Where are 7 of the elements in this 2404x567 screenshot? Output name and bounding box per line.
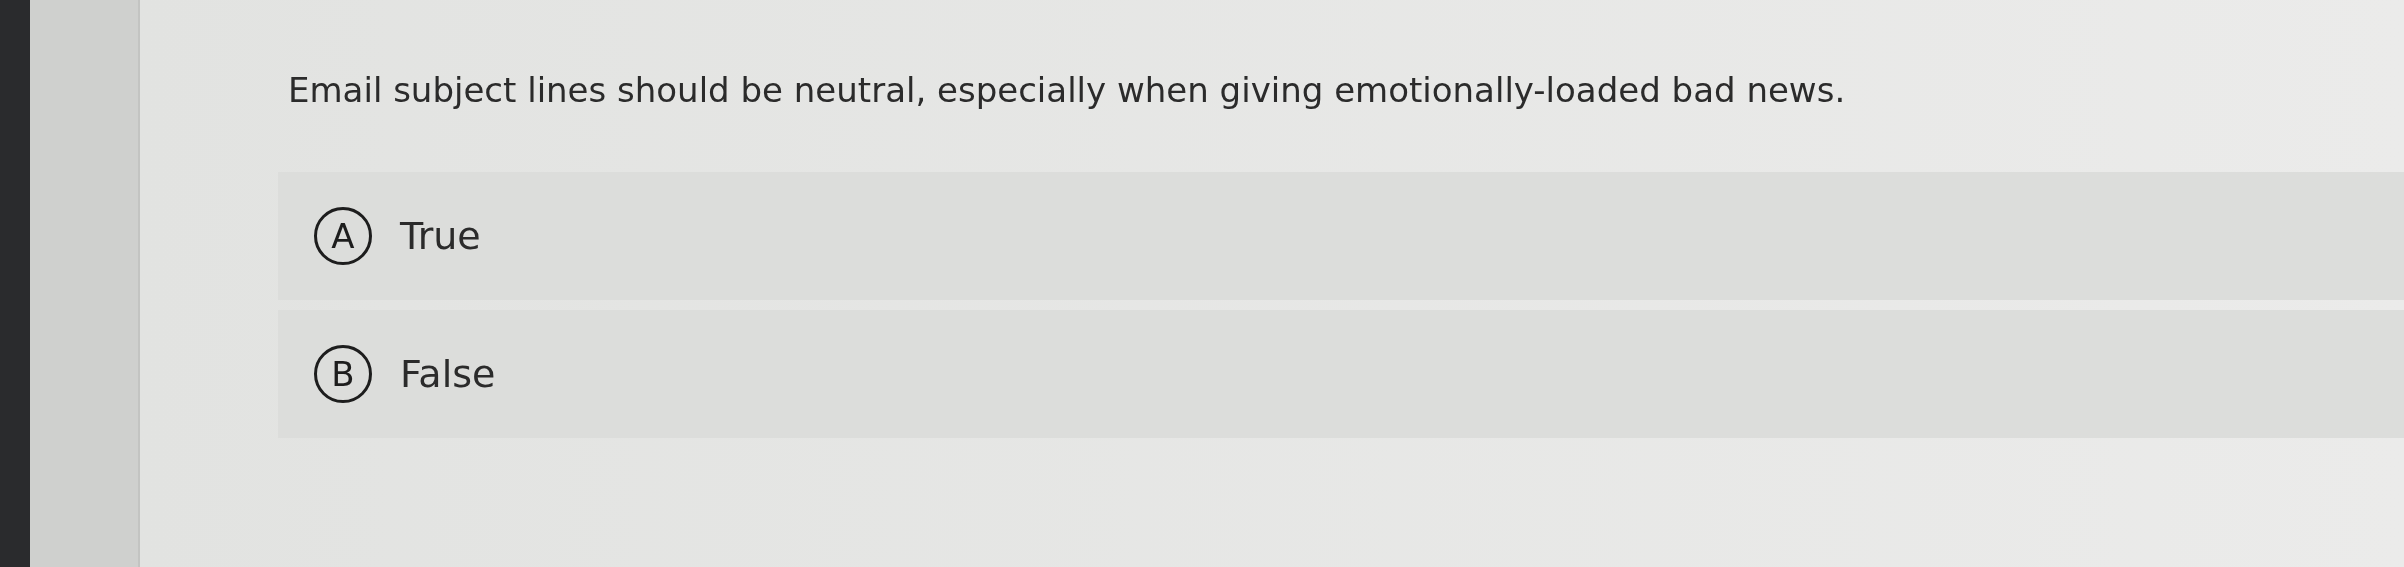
answer-option[interactable]: A True bbox=[278, 172, 2404, 300]
question-text: Email subject lines should be neutral, especially when giving emotionally-loaded bad news. bbox=[288, 70, 1847, 110]
option-letter: B bbox=[314, 345, 372, 403]
option-letter: A bbox=[314, 207, 372, 265]
option-label: True bbox=[400, 214, 481, 258]
option-label: False bbox=[400, 352, 496, 396]
answer-option[interactable]: B False bbox=[278, 310, 2404, 438]
